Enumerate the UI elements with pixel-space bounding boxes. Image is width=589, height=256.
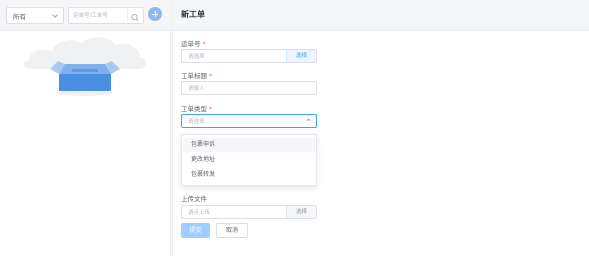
form-header: 新工单 xyxy=(173,0,589,31)
add-ticket-button[interactable] xyxy=(148,7,162,21)
upload-select-button[interactable]: 选择 xyxy=(286,206,316,218)
waybill-label: 运单号 * xyxy=(181,40,206,48)
search-icon[interactable] xyxy=(127,9,141,22)
cancel-button[interactable]: 取消 xyxy=(216,223,248,238)
waybill-select-button[interactable]: 选择 xyxy=(286,50,316,62)
ticket-form-panel: 新工单 运单号* 选择 工单标题* 工单类型* 包裹申诉 更改地址 包裹转发 上… xyxy=(173,0,589,256)
upload-label: 上传文件 xyxy=(181,195,207,203)
page-title: 新工单 xyxy=(181,10,205,19)
dropdown-option[interactable]: 更改地址 xyxy=(183,153,315,167)
empty-state-illustration xyxy=(20,33,150,103)
ticket-type-label: 工单类型 * xyxy=(181,105,213,113)
submit-button[interactable]: 提交 xyxy=(181,223,210,238)
upload-field: 选择 xyxy=(181,205,317,219)
dropdown-option[interactable]: 包裹申诉 xyxy=(183,138,315,152)
empty-box-icon xyxy=(23,37,146,96)
left-panel: 所有 xyxy=(0,0,171,256)
dropdown-option[interactable]: 包裹转发 xyxy=(183,168,315,182)
left-toolbar: 所有 xyxy=(0,0,171,31)
chevron-down-icon xyxy=(52,12,58,18)
waybill-field: 选择 xyxy=(181,49,317,63)
ticket-type-input[interactable] xyxy=(188,117,268,126)
upload-input[interactable] xyxy=(188,208,268,217)
search-input[interactable] xyxy=(73,10,127,21)
search-box xyxy=(68,7,144,24)
ticket-type-select[interactable] xyxy=(181,114,317,128)
status-filter-select[interactable]: 所有 xyxy=(6,7,64,24)
ticket-title-label: 工单标题 * xyxy=(181,72,213,80)
waybill-input[interactable] xyxy=(188,52,268,61)
ticket-title-field xyxy=(181,81,317,95)
chevron-up-icon xyxy=(306,118,311,123)
ticket-type-dropdown: 包裹申诉 更改地址 包裹转发 xyxy=(181,134,317,186)
ticket-title-input[interactable] xyxy=(188,84,268,93)
status-filter-value: 所有 xyxy=(13,13,26,21)
